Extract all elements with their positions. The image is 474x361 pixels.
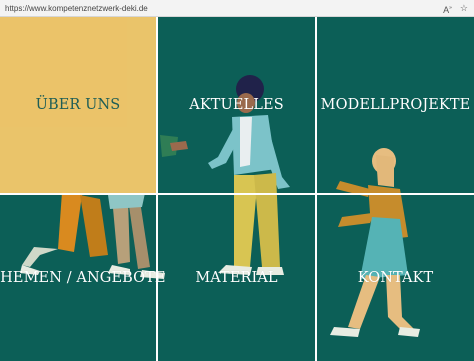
tile-aktuelles[interactable]: AKTUELLES [158, 17, 315, 193]
tile-kontakt[interactable]: KONTAKT [317, 195, 474, 361]
grid-divider-vertical-1 [156, 17, 158, 361]
tile-material[interactable]: MATERIAL [158, 195, 315, 361]
tile-label-material: MATERIAL [195, 270, 278, 286]
tile-label-kontakt: KONTAKT [357, 270, 434, 286]
tile-label-modellprojekte: MODELLPROJEKTE [320, 97, 471, 113]
tile-ueber-uns[interactable]: ÜBER UNS [0, 17, 156, 193]
address-bar[interactable]: https://www.kompetenznetzwerk-deki.de A»… [0, 0, 474, 17]
read-aloud-icon[interactable]: A» [443, 2, 452, 16]
url-text[interactable]: https://www.kompetenznetzwerk-deki.de [5, 4, 148, 13]
tile-label-ueber-uns: ÜBER UNS [35, 97, 121, 113]
tile-modellprojekte[interactable]: MODELLPROJEKTE [317, 17, 474, 193]
tile-navigation: ÜBER UNS AKTUELLES MODELLPROJEKTE THEMEN… [0, 17, 474, 361]
tile-label-themen-angebote: THEMEN / ANGEBOTE [0, 270, 166, 286]
tile-label-aktuelles: AKTUELLES [189, 97, 284, 113]
tile-themen-angebote[interactable]: THEMEN / ANGEBOTE [0, 195, 166, 361]
favorite-star-icon[interactable]: ☆ [460, 2, 468, 16]
grid-divider-vertical-2 [315, 17, 317, 361]
grid-divider-horizontal [0, 193, 474, 195]
